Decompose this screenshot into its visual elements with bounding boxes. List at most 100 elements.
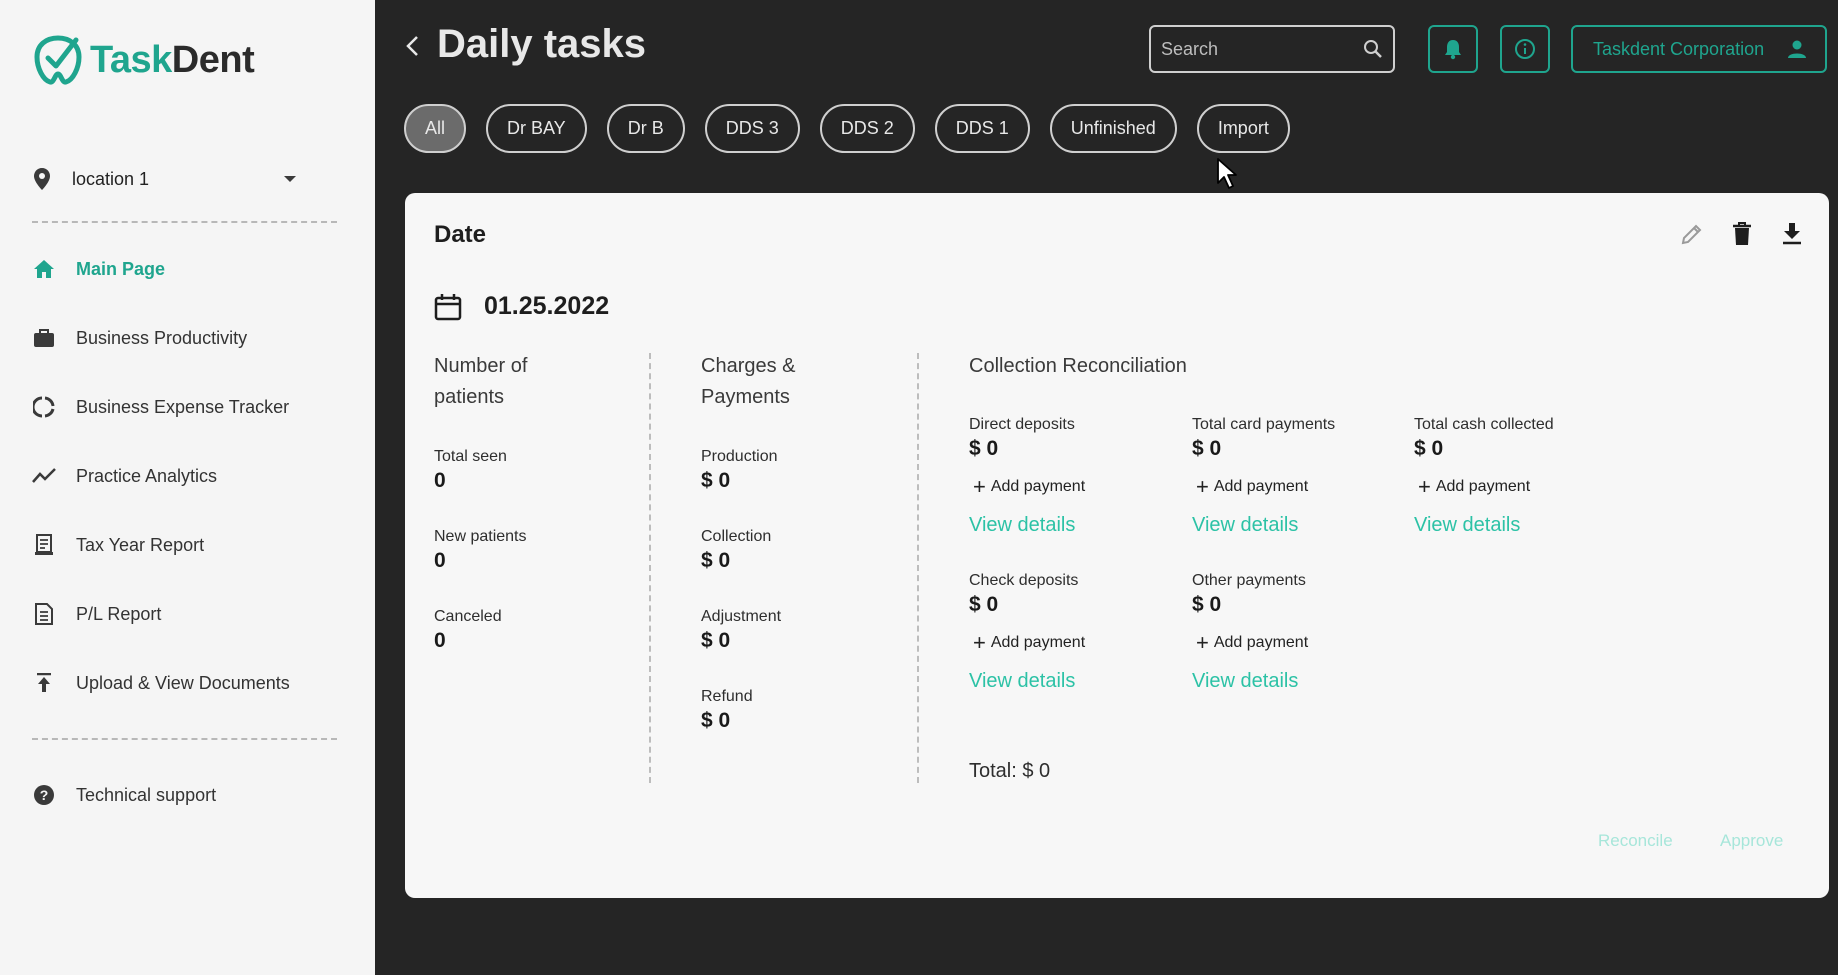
approve-button[interactable]: Approve (1720, 831, 1783, 851)
taskdent-logo[interactable]: TaskDent (32, 34, 255, 86)
trash-icon (1733, 222, 1751, 245)
card-payments-value: $ 0 (1192, 437, 1222, 460)
filter-chip-import[interactable]: Import (1196, 104, 1290, 153)
sidebar-item-tax-year-report[interactable]: Tax Year Report (32, 529, 204, 561)
add-direct-deposit-button[interactable]: + Add payment (973, 476, 1085, 498)
date-row: 01.25.2022 (434, 292, 609, 321)
other-payments-view-details-link[interactable]: View details (1192, 670, 1298, 693)
total-seen-value: 0 (434, 469, 446, 492)
sidebar-item-business-expense-tracker[interactable]: Business Expense Tracker (32, 391, 289, 423)
home-icon (32, 257, 56, 281)
sidebar-item-label: Business Expense Tracker (76, 396, 290, 417)
sidebar-item-practice-analytics[interactable]: Practice Analytics (32, 460, 217, 492)
card-payments-view-details-link[interactable]: View details (1192, 514, 1298, 537)
bell-icon (1445, 40, 1461, 60)
sidebar-item-upload-view-documents[interactable]: Upload & View Documents (32, 667, 290, 699)
card-actions (1679, 221, 1805, 247)
check-deposits-value: $ 0 (969, 593, 999, 616)
charges-section-title: Charges & Payments (701, 355, 796, 408)
info-icon (1515, 39, 1535, 59)
canceled-value: 0 (434, 629, 446, 652)
check-deposits-label: Check deposits (969, 572, 1079, 589)
chevron-left-icon (406, 36, 418, 56)
daily-report-card: Date 01.25.2022 Number of patients Total… (405, 193, 1829, 898)
adjustment-label: Adjustment (701, 608, 782, 625)
receipt-icon (32, 533, 56, 557)
notifications-button[interactable] (1428, 25, 1478, 73)
adjustment-value: $ 0 (701, 629, 731, 652)
account-name: Taskdent Corporation (1593, 38, 1765, 59)
direct-deposits-label: Direct deposits (969, 416, 1075, 433)
reconciliation-section-title: Collection Reconciliation (969, 355, 1187, 377)
report-date: 01.25.2022 (484, 292, 610, 320)
sidebar-item-pl-report[interactable]: P/L Report (32, 598, 161, 630)
mouse-cursor-icon (1217, 158, 1237, 189)
reconcile-button[interactable]: Reconcile (1598, 831, 1673, 851)
filter-chip-dds-3[interactable]: DDS 3 (704, 104, 800, 153)
edit-button[interactable] (1679, 221, 1705, 247)
sidebar-item-technical-support[interactable]: ? Technical support (32, 779, 216, 811)
sidebar-item-business-productivity[interactable]: Business Productivity (32, 322, 247, 354)
check-deposits-view-details-link[interactable]: View details (969, 670, 1075, 693)
search-icon[interactable] (1363, 39, 1383, 59)
info-button[interactable] (1500, 25, 1550, 73)
sidebar-divider (32, 738, 337, 740)
sidebar-item-label: P/L Report (76, 603, 162, 624)
back-button[interactable] (400, 30, 424, 62)
location-selector[interactable]: location 1 (32, 163, 297, 195)
plus-icon: + (1196, 474, 1209, 499)
plus-icon: + (1196, 630, 1209, 655)
direct-deposits-value: $ 0 (969, 437, 999, 460)
refund-value: $ 0 (701, 709, 731, 732)
filter-chip-dr-bay[interactable]: Dr BAY (486, 104, 587, 153)
pencil-icon (1681, 224, 1702, 245)
collection-value: $ 0 (701, 549, 731, 572)
collection-label: Collection (701, 528, 772, 545)
reconciliation-total: Total: $ 0 (969, 760, 1051, 782)
document-icon (32, 602, 56, 626)
sidebar-item-label: Main Page (76, 258, 166, 279)
sidebar-divider (32, 221, 337, 223)
filter-chip-dds-2[interactable]: DDS 2 (819, 104, 915, 153)
filter-chip-dr-b[interactable]: Dr B (606, 104, 685, 153)
map-pin-icon (34, 168, 50, 190)
add-card-payment-button[interactable]: + Add payment (1196, 476, 1308, 498)
add-check-deposit-button[interactable]: + Add payment (973, 632, 1085, 654)
sidebar-item-label: Business Productivity (76, 327, 248, 348)
production-label: Production (701, 448, 778, 465)
sidebar-item-label: Upload & View Documents (76, 672, 290, 693)
filter-chip-all[interactable]: All (404, 104, 467, 153)
account-button[interactable]: Taskdent Corporation (1571, 25, 1827, 73)
cash-collected-view-details-link[interactable]: View details (1414, 514, 1520, 537)
column-divider (917, 353, 919, 783)
filter-chips: All Dr BAY Dr B DDS 3 DDS 2 DDS 1 Unfini… (404, 104, 1290, 153)
refund-label: Refund (701, 688, 753, 705)
search-input[interactable] (1161, 38, 1363, 60)
calendar-icon (434, 293, 462, 320)
direct-deposits-view-details-link[interactable]: View details (969, 514, 1075, 537)
sidebar: TaskDent location 1 Main Page Business P… (0, 0, 375, 975)
sidebar-item-label: Tax Year Report (76, 534, 205, 555)
new-patients-label: New patients (434, 528, 527, 545)
filter-chip-dds-1[interactable]: DDS 1 (934, 104, 1030, 153)
download-icon (1783, 223, 1801, 245)
total-seen-label: Total seen (434, 448, 507, 465)
location-label: location 1 (72, 168, 150, 189)
card-payments-label: Total card payments (1192, 416, 1336, 433)
filter-chip-unfinished[interactable]: Unfinished (1049, 104, 1177, 153)
donut-chart-icon (32, 395, 56, 419)
user-icon (1788, 40, 1806, 58)
new-patients-value: 0 (434, 549, 446, 572)
delete-button[interactable] (1729, 221, 1755, 247)
trend-line-icon (32, 464, 56, 488)
cash-collected-value: $ 0 (1414, 437, 1444, 460)
download-button[interactable] (1779, 221, 1805, 247)
add-cash-payment-button[interactable]: + Add payment (1418, 476, 1530, 498)
upload-icon (32, 671, 56, 695)
sidebar-item-main-page[interactable]: Main Page (32, 253, 165, 285)
canceled-label: Canceled (434, 608, 502, 625)
search-box[interactable] (1149, 25, 1395, 73)
add-other-payment-button[interactable]: + Add payment (1196, 632, 1308, 654)
plus-icon: + (973, 474, 986, 499)
cash-collected-label: Total cash collected (1414, 416, 1554, 433)
